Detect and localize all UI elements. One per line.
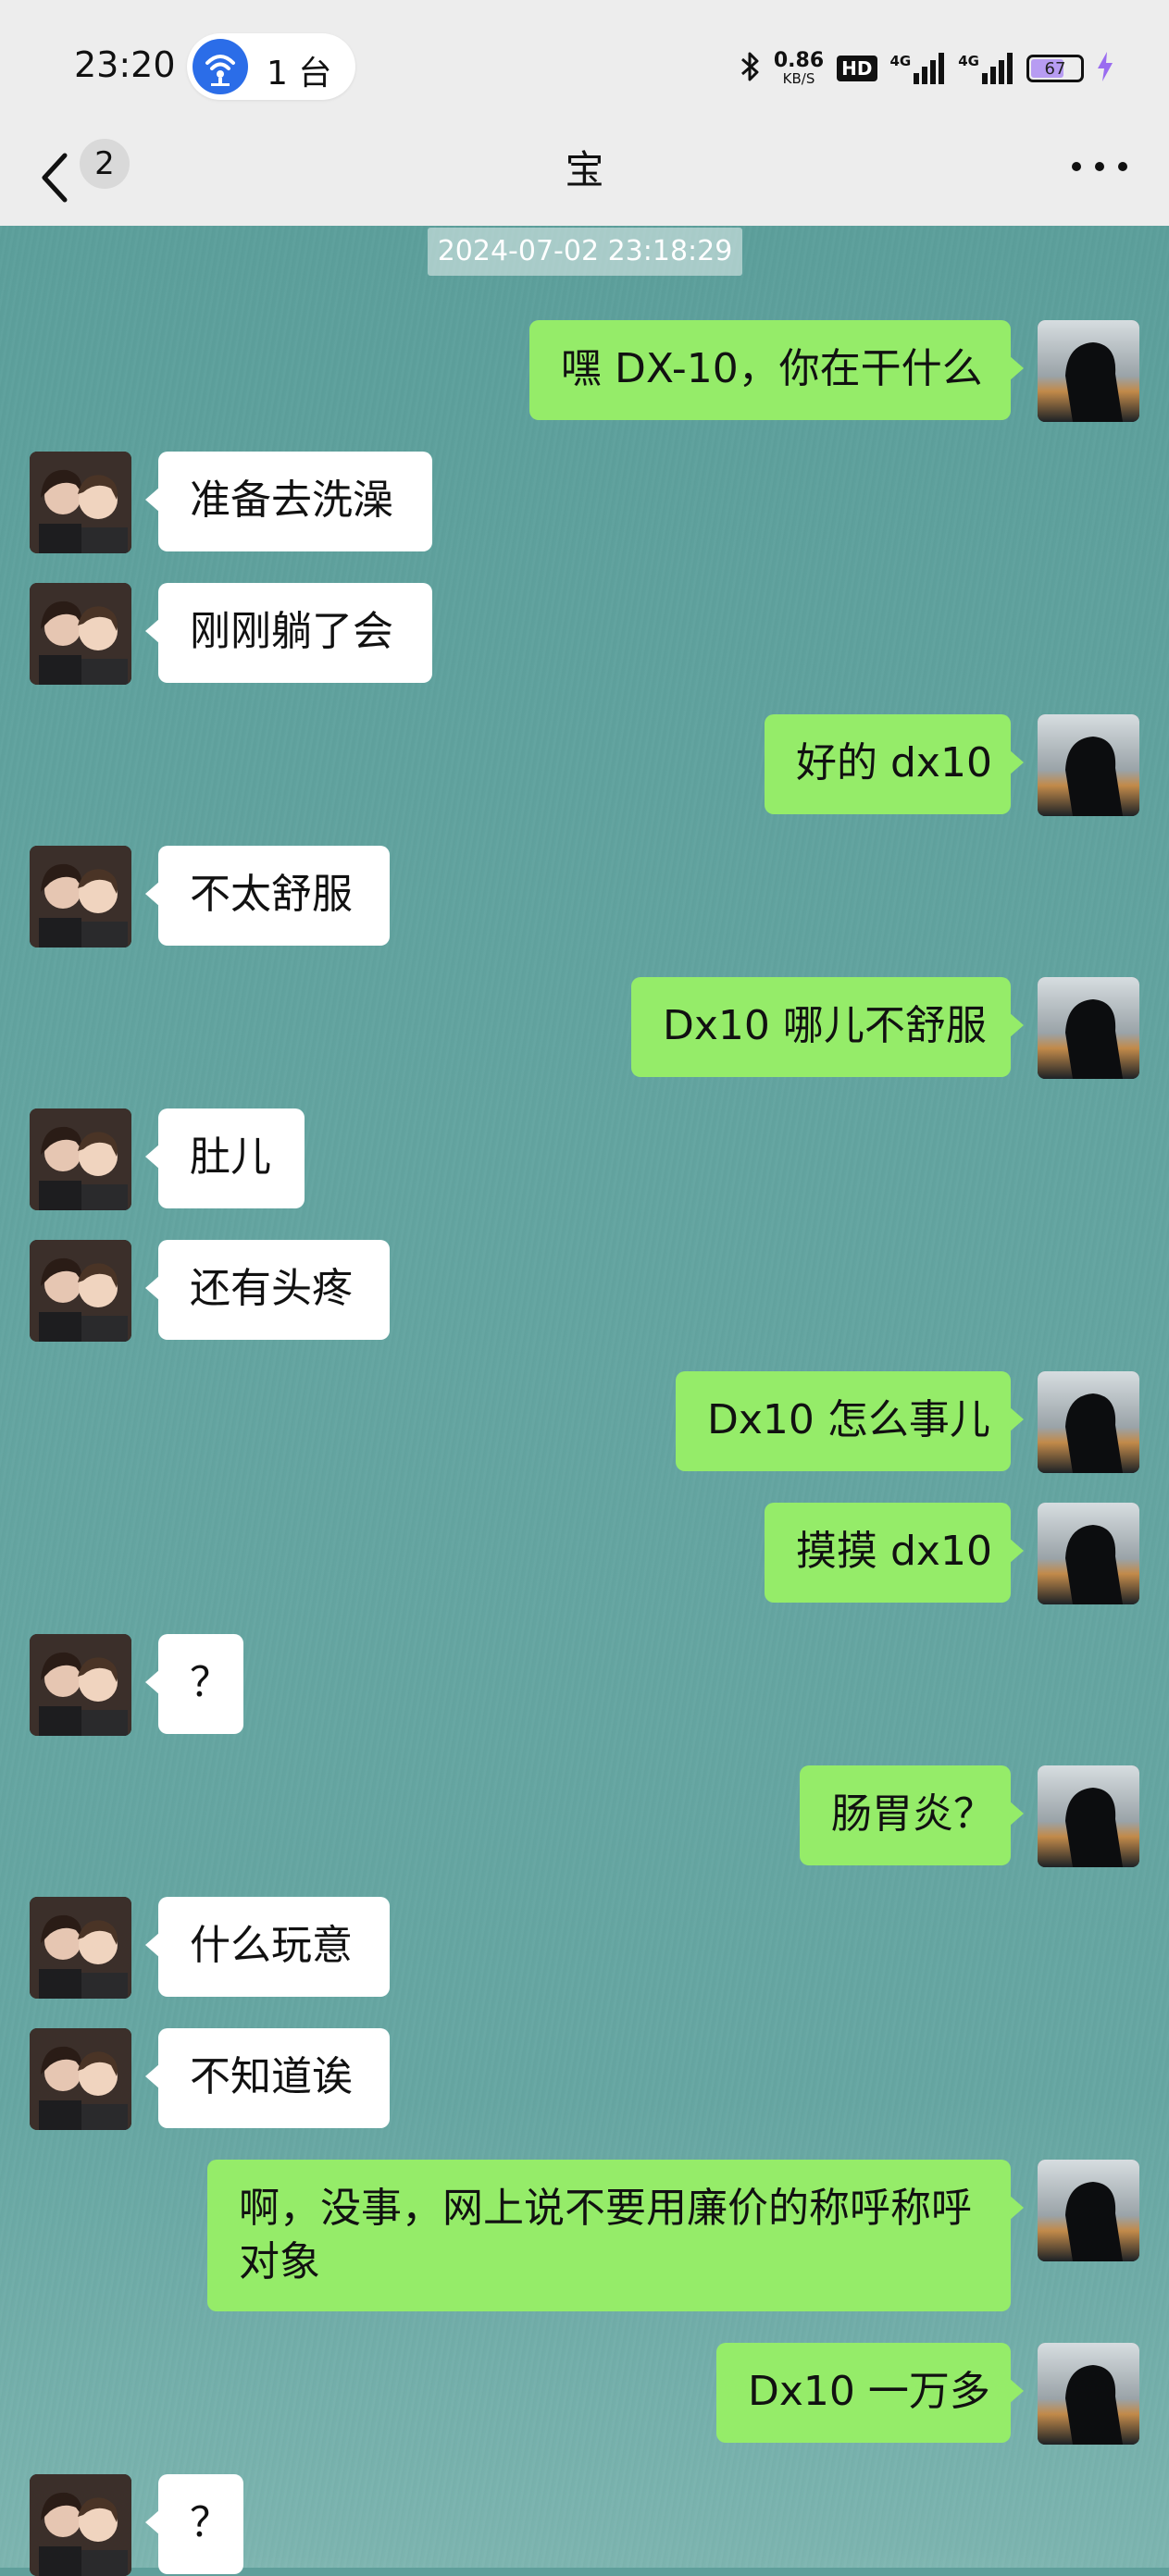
- battery-icon: 67: [1026, 55, 1084, 82]
- received-message-bubble[interactable]: 什么玩意: [145, 1897, 390, 1997]
- received-message-bubble[interactable]: 准备去洗澡: [145, 452, 432, 551]
- battery-level: 67: [1044, 59, 1066, 79]
- partner-avatar[interactable]: [30, 1897, 131, 1999]
- partner-avatar[interactable]: [30, 583, 131, 685]
- partner-avatar[interactable]: [30, 1634, 131, 1736]
- partner-avatar[interactable]: [30, 846, 131, 947]
- sent-message-bubble[interactable]: Dx10 哪儿不舒服: [631, 977, 1024, 1077]
- self-avatar[interactable]: [1038, 714, 1139, 816]
- more-button[interactable]: [1058, 139, 1141, 194]
- signal-1-label: 4G: [889, 53, 912, 69]
- bluetooth-icon: [739, 50, 761, 87]
- hotspot-count: 1 台: [267, 55, 332, 93]
- sent-message-bubble[interactable]: 肠胃炎？: [800, 1765, 1024, 1865]
- self-avatar[interactable]: [1038, 1371, 1139, 1473]
- net-speed: 0.86 KB/S: [773, 49, 825, 87]
- partner-avatar[interactable]: [30, 1240, 131, 1342]
- sent-message-bubble[interactable]: Dx10 一万多: [716, 2343, 1024, 2443]
- sent-message-bubble[interactable]: 好的 dx10: [765, 714, 1024, 814]
- message-timestamp: 2024-07-02 23:18:29: [428, 228, 742, 276]
- self-avatar[interactable]: [1038, 977, 1139, 1079]
- self-avatar[interactable]: [1038, 320, 1139, 422]
- chat-title: 宝: [565, 147, 604, 192]
- signal-2: 4G: [958, 53, 1014, 84]
- hd-badge: HD: [837, 56, 877, 81]
- net-speed-value: 0.86: [773, 49, 825, 72]
- received-message-bubble[interactable]: 还有头疼: [145, 1240, 390, 1340]
- signal-bars-icon: [914, 53, 945, 84]
- hotspot-icon: [193, 39, 248, 94]
- status-bar: 23:20 1 台 0.86 KB/S HD 4G 4G 67: [0, 0, 1169, 130]
- received-message-bubble[interactable]: 不太舒服: [145, 846, 390, 946]
- sent-message-bubble[interactable]: Dx10 怎么事儿: [676, 1371, 1024, 1471]
- self-avatar[interactable]: [1038, 2343, 1139, 2445]
- signal-bars-icon: [982, 53, 1013, 84]
- status-time: 23:20: [74, 44, 176, 85]
- self-avatar[interactable]: [1038, 2160, 1139, 2261]
- self-avatar[interactable]: [1038, 1503, 1139, 1604]
- sent-message-bubble[interactable]: 啊，没事，网上说不要用廉价的称呼称呼对象: [207, 2160, 1024, 2311]
- received-message-bubble[interactable]: 不知道诶: [145, 2028, 390, 2128]
- partner-avatar[interactable]: [30, 2474, 131, 2576]
- net-speed-unit: KB/S: [782, 70, 815, 87]
- more-dots-icon: [1072, 162, 1127, 171]
- partner-avatar[interactable]: [30, 2028, 131, 2130]
- self-avatar[interactable]: [1038, 1765, 1139, 1867]
- charging-icon: [1097, 52, 1113, 85]
- received-message-bubble[interactable]: 刚刚躺了会: [145, 583, 432, 683]
- received-message-bubble[interactable]: 肚儿: [145, 1108, 305, 1208]
- signal-1: 4G: [890, 53, 946, 84]
- received-message-bubble[interactable]: ？: [145, 2474, 243, 2574]
- received-message-bubble[interactable]: ？: [145, 1634, 243, 1734]
- sent-message-bubble[interactable]: 摸摸 dx10: [765, 1503, 1024, 1603]
- signal-2-label: 4G: [958, 53, 979, 69]
- partner-avatar[interactable]: [30, 1108, 131, 1210]
- sent-message-bubble[interactable]: 嘿 DX-10，你在干什么: [529, 320, 1024, 420]
- hotspot-pill[interactable]: 1 台: [187, 33, 355, 100]
- status-icons: 0.86 KB/S HD 4G 4G 67: [739, 43, 1113, 94]
- partner-avatar[interactable]: [30, 452, 131, 553]
